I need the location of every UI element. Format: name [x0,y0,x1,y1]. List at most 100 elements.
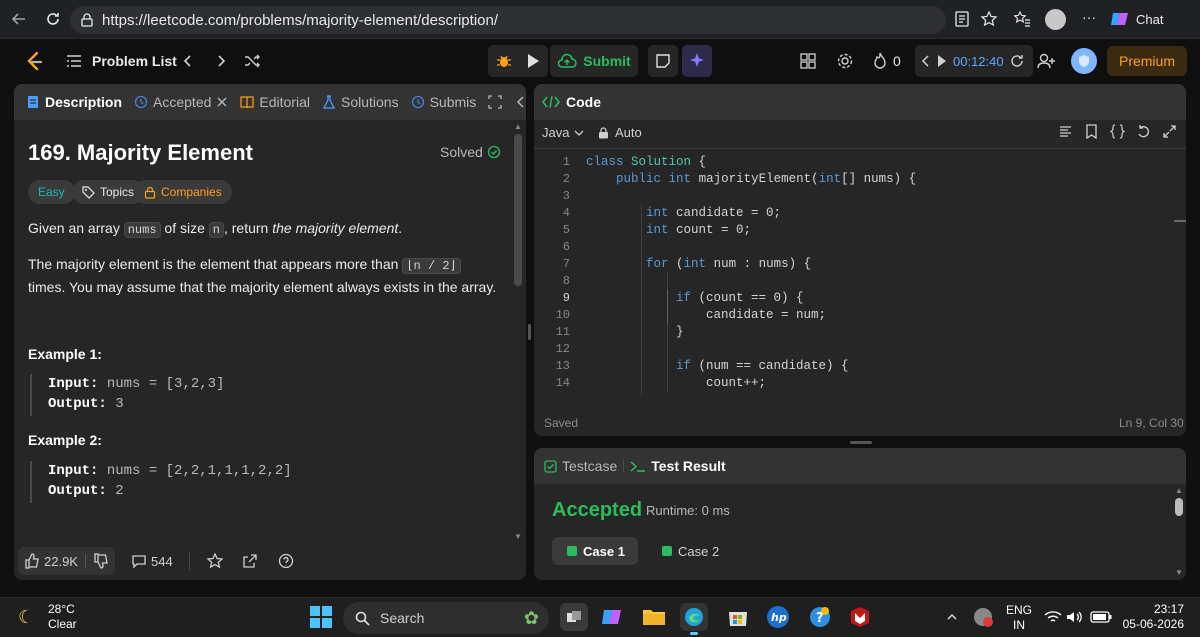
add-user-icon[interactable] [1037,52,1057,70]
help-app-icon[interactable]: ? [806,603,834,631]
prev-problem-icon[interactable] [181,53,195,69]
windows-start-icon[interactable] [309,605,333,629]
mcafee-icon[interactable] [846,603,874,631]
code-line[interactable]: if (num == candidate) { [586,358,916,375]
code-line[interactable]: public int majorityElement(int[] nums) { [586,171,916,188]
fullscreen-icon[interactable] [1162,124,1177,139]
back-arrow-icon[interactable] [10,10,28,28]
code-line[interactable] [586,341,916,358]
help-icon[interactable] [278,553,294,569]
copilot-app-icon[interactable] [598,603,626,631]
code-body[interactable]: class Solution { public int majorityElem… [586,154,916,392]
panel-resize-handle[interactable] [528,324,531,340]
auto-mode[interactable]: Auto [598,125,642,140]
favorite-star-icon[interactable] [980,10,998,28]
address-bar[interactable]: https://leetcode.com/problems/majority-e… [70,6,946,34]
notes-button[interactable] [648,45,678,77]
scroll-up-icon[interactable]: ▲ [1175,486,1183,495]
format-lines-icon[interactable] [1058,124,1073,139]
difficulty-badge[interactable]: Easy [28,180,75,204]
braces-icon[interactable] [1110,124,1125,139]
shuffle-icon[interactable] [243,52,261,70]
weather-widget[interactable]: 28°C Clear [48,602,77,632]
thumbs-down-icon[interactable] [93,553,109,569]
code-line[interactable]: } [586,324,916,341]
run-play-icon[interactable] [526,53,540,69]
result-scrollbar[interactable]: ▲ ▼ [1174,484,1184,580]
code-line[interactable]: class Solution { [586,154,916,171]
file-explorer-icon[interactable] [640,603,668,631]
ai-assist-button[interactable] [682,45,712,77]
debug-bug-icon[interactable] [495,52,513,70]
tab-description[interactable]: Description [20,84,128,120]
code-line[interactable]: for (int num : nums) { [586,256,916,273]
description-scrollbar[interactable]: ▲ ▼ [513,122,523,541]
editor-scroll-indicator[interactable] [1174,220,1186,222]
submit-button[interactable]: Submit [550,45,638,77]
tab-testcase[interactable]: Testcase [544,448,617,484]
case-1-tab[interactable]: Case 1 [552,537,638,565]
code-line[interactable] [586,239,916,256]
reset-icon[interactable] [1010,54,1024,68]
reload-icon[interactable] [44,10,62,28]
more-options-button[interactable]: ··· [1082,9,1096,25]
moon-weather-icon[interactable]: ☾ [18,607,34,628]
tab-test-result[interactable]: Test Result [630,448,726,484]
reader-mode-icon[interactable] [954,11,970,27]
code-tab-label[interactable]: Code [566,94,601,110]
clock[interactable]: 23:17 05-06-2026 [1122,602,1184,632]
expand-icon[interactable] [488,95,502,109]
scroll-thumb[interactable] [1175,498,1183,516]
code-line[interactable]: if (count == 0) { [586,290,916,307]
language-selector[interactable]: Java [542,125,585,140]
favorite-star-icon[interactable] [206,552,224,570]
companies-chip[interactable]: Companies [134,180,232,204]
comments-button[interactable]: 544 [125,547,179,575]
scroll-thumb[interactable] [514,134,522,286]
edge-browser-icon[interactable] [680,603,708,631]
tab-solutions[interactable]: Solutions [316,84,405,120]
site-info-icon[interactable] [80,13,94,27]
code-line[interactable]: count++; [586,375,916,392]
volume-icon[interactable] [1066,610,1084,624]
chevron-up-icon[interactable] [946,612,958,622]
close-tab-icon[interactable] [216,96,228,108]
user-avatar[interactable] [1071,48,1097,74]
bookmark-icon[interactable] [1084,124,1099,139]
wifi-icon[interactable] [1044,610,1062,624]
leetcode-logo-icon[interactable] [24,51,44,73]
share-icon[interactable] [242,553,258,569]
profile-avatar[interactable] [1045,9,1066,30]
code-editor[interactable]: 1 2 3 4 5 6 7 8 9 10 11 12 13 14 class Solution { pub… [534,154,1174,399]
case-2-tab[interactable]: Case 2 [662,537,719,565]
code-line[interactable]: candidate = num; [586,307,916,324]
tab-submissions[interactable]: Submis [405,84,483,120]
code-line[interactable]: int count = 0; [586,222,916,239]
streak-flame-icon[interactable] [872,52,888,70]
tab-accepted[interactable]: Accepted [128,84,234,120]
microsoft-store-icon[interactable] [724,603,752,631]
undo-icon[interactable] [1136,124,1151,139]
code-line[interactable] [586,188,916,205]
favorites-icon[interactable] [1013,10,1031,28]
scroll-down-icon[interactable]: ▼ [514,532,522,541]
premium-button[interactable]: Premium [1107,46,1187,76]
collapse-chevron-icon[interactable] [516,95,526,109]
task-view-icon[interactable] [560,603,588,631]
panel-resize-handle[interactable] [850,441,872,444]
timer[interactable]: 00:12:40 [915,45,1033,77]
code-line[interactable] [586,273,916,290]
like-button[interactable]: 22.9K [18,547,115,575]
chevron-left-icon[interactable] [921,54,931,68]
scroll-down-icon[interactable]: ▼ [1175,568,1183,577]
tab-editorial[interactable]: Editorial [234,84,316,120]
problem-list-link[interactable]: Problem List [92,53,177,69]
code-line[interactable]: int candidate = 0; [586,205,916,222]
settings-gear-icon[interactable] [836,52,854,70]
language-indicator[interactable]: ENG IN [1006,603,1032,633]
timer-play-icon[interactable] [937,54,947,68]
notification-status-icon[interactable] [974,608,993,627]
layout-grid-icon[interactable] [800,53,816,69]
next-problem-icon[interactable] [214,53,228,69]
battery-icon[interactable] [1090,611,1112,623]
